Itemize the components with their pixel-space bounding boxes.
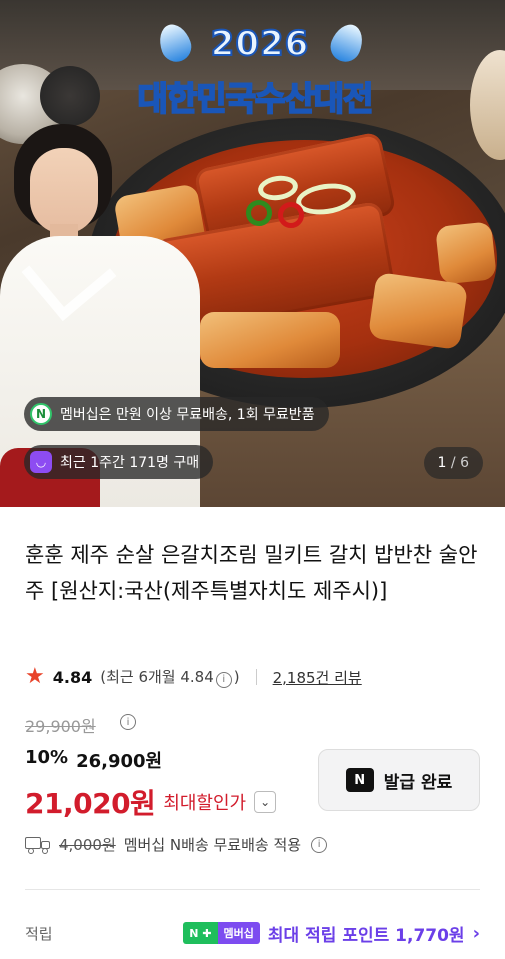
rating-note-close: ) (233, 668, 240, 687)
shipping-text: 멤버십 N배송 무료배송 적용 (123, 836, 302, 854)
info-icon[interactable]: i (120, 714, 136, 730)
membership-chip-text: 멤버십은 만원 이상 무료배송, 1회 무료반품 (60, 407, 315, 423)
chevron-down-icon[interactable]: ⌄ (254, 791, 277, 813)
dark-bowl (40, 66, 100, 126)
final-price-label: 최대할인가 (163, 793, 247, 814)
section-divider (25, 889, 480, 890)
discount-row: 10% 26,900원 (25, 747, 162, 773)
product-hero-image[interactable]: 2026 대한민국수산대전 N 멤버십은 만원 이상 무료배송, 1회 무료반품… (0, 0, 505, 507)
radish-piece (435, 221, 497, 285)
naver-n-icon: N (345, 768, 374, 792)
naver-n-icon: N (30, 403, 52, 425)
points-label: 적립 (25, 924, 53, 943)
radish-piece (367, 271, 469, 351)
naver-membership-badge: N ✚ 멤버십 (183, 922, 260, 944)
product-title: 훈훈 제주 순살 은갈치조림 밀키트 갈치 밥반찬 술안주 [원산지:국산(제주… (25, 543, 478, 603)
membership-chip[interactable]: N 멤버십은 만원 이상 무료배송, 1회 무료반품 (24, 397, 329, 431)
points-row[interactable]: 적립 N ✚ 멤버십 최대 적립 포인트 1,770원 › (25, 918, 480, 948)
discount-percent: 10% (25, 747, 69, 768)
truck-icon (25, 836, 51, 854)
points-detail[interactable]: N ✚ 멤버십 최대 적립 포인트 1,770원 › (183, 921, 480, 946)
image-page-counter: 1 / 6 (423, 447, 483, 479)
reviews-link[interactable]: 2,185건 리뷰 (273, 667, 362, 688)
page-current: 1 (437, 455, 447, 471)
info-icon[interactable]: i (311, 836, 328, 853)
discounted-price: 26,900원 (76, 751, 163, 772)
naver-plus-badge: N ✚ (183, 922, 218, 944)
event-logo-title: 대한민국수산대전 (137, 78, 375, 119)
max-points-text: 최대 적립 포인트 1,770원 (267, 925, 465, 946)
recent-purchases-text: 최근 1주간 171명 구매 (60, 455, 200, 471)
final-price-row: 21,020원 최대할인가 ⌄ (25, 782, 277, 822)
radish-piece (200, 312, 340, 368)
rating-row: ★ 4.84 (최근 6개월 4.84 i) 2,185건 리뷰 (25, 664, 362, 690)
rating-note: (최근 6개월 4.84 i) (100, 666, 240, 688)
coupon-label: 발급 완료 (383, 772, 453, 793)
final-price: 21,020원 (25, 787, 156, 820)
original-price: 29,900원 (25, 717, 96, 736)
info-icon[interactable]: i (215, 671, 232, 688)
red-pepper-slice (278, 202, 304, 228)
shipping-old-fee: 4,000원 (59, 836, 116, 854)
rating-value: 4.84 (52, 667, 93, 687)
shipping-row: 4,000원 멤버십 N배송 무료배송 적용 i (25, 834, 329, 855)
model-face (30, 148, 98, 234)
page-total: / 6 (450, 455, 469, 471)
coupon-issued-button[interactable]: N 발급 완료 (318, 749, 480, 811)
star-icon: ★ (25, 664, 45, 689)
shopping-bag-icon: ◡ (30, 451, 52, 473)
membership-badge: 멤버십 (217, 922, 260, 944)
recent-purchases-chip: ◡ 최근 1주간 171명 구매 (24, 445, 214, 479)
chevron-right-icon: › (472, 922, 480, 944)
rating-note-text: (최근 6개월 4.84 (100, 668, 214, 687)
event-logo-year: 2026 (210, 23, 310, 65)
green-pepper-slice (246, 200, 272, 226)
divider (255, 669, 257, 685)
